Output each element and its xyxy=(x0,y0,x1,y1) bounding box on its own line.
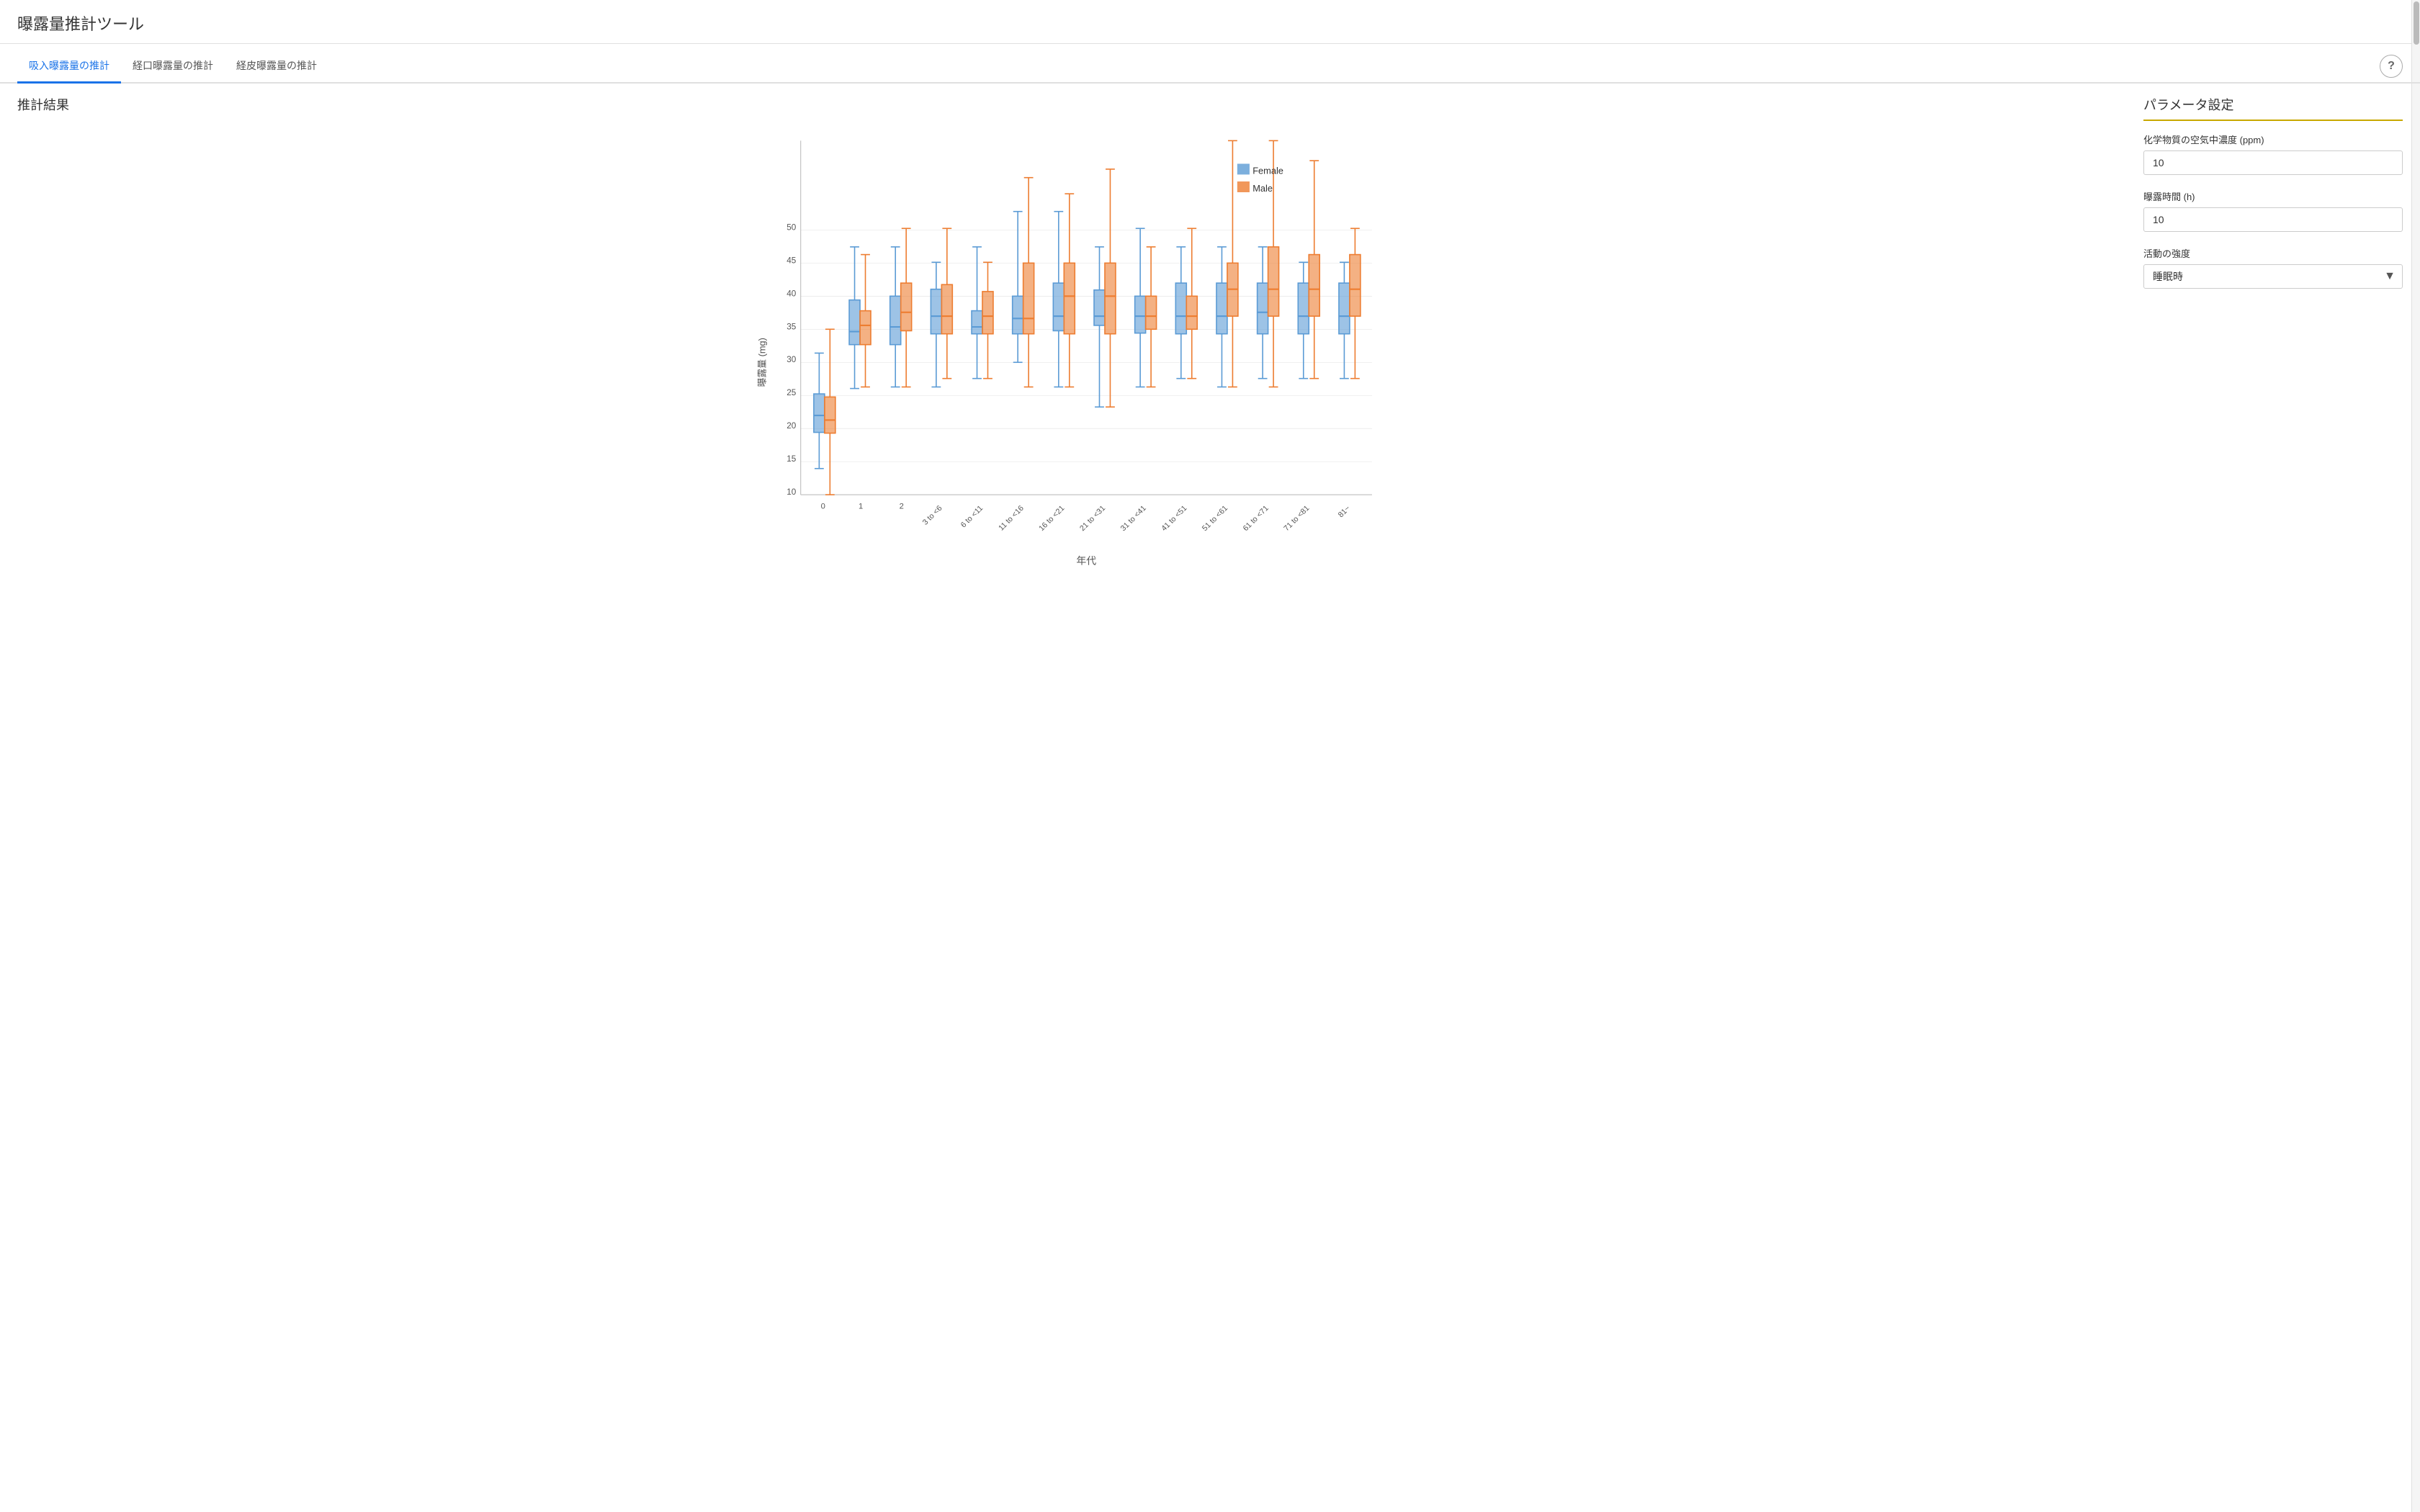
svg-text:6 to <11: 6 to <11 xyxy=(959,504,985,529)
sidebar: パラメータ設定 化学物質の空気中濃度 (ppm) 曝露時間 (h) 活動の強度 … xyxy=(2143,95,2403,572)
boxplot-female-13 xyxy=(1339,262,1350,378)
svg-text:20: 20 xyxy=(786,421,797,431)
svg-text:年代: 年代 xyxy=(1076,554,1096,566)
boxplot-male-8 xyxy=(1146,247,1157,387)
boxplot-male-0 xyxy=(825,329,835,495)
chart-container: 10 15 20 25 30 35 40 45 50 曝露量 (mg) xyxy=(17,125,2126,572)
svg-text:35: 35 xyxy=(786,322,797,331)
param-activity: 活動の強度 睡眠時 安静時 軽作業時 中作業時 重作業時 ▼ xyxy=(2143,246,2403,289)
svg-text:50: 50 xyxy=(786,222,797,232)
svg-text:31 to <41: 31 to <41 xyxy=(1119,504,1148,533)
svg-text:曝露量 (mg): 曝露量 (mg) xyxy=(757,338,768,387)
boxplot-male-9 xyxy=(1186,228,1197,378)
svg-text:10: 10 xyxy=(786,487,797,497)
svg-text:3 to <6: 3 to <6 xyxy=(921,504,944,527)
help-button[interactable]: ? xyxy=(2380,55,2403,78)
boxplot-female-1 xyxy=(849,247,860,389)
param-exposure-time: 曝露時間 (h) xyxy=(2143,189,2403,232)
sidebar-title: パラメータ設定 xyxy=(2143,95,2403,121)
boxplot-male-2 xyxy=(901,228,912,387)
exposure-time-input[interactable] xyxy=(2143,207,2403,232)
activity-select[interactable]: 睡眠時 安静時 軽作業時 中作業時 重作業時 xyxy=(2143,264,2403,289)
svg-text:45: 45 xyxy=(786,256,797,265)
concentration-input[interactable] xyxy=(2143,150,2403,175)
boxplot-male-12 xyxy=(1309,161,1319,379)
svg-text:Male: Male xyxy=(1252,183,1273,194)
svg-text:71 to <81: 71 to <81 xyxy=(1282,504,1311,533)
exposure-time-label: 曝露時間 (h) xyxy=(2143,189,2403,203)
svg-text:1: 1 xyxy=(859,502,863,510)
boxplot-male-5 xyxy=(1023,178,1034,387)
boxplot-male-7 xyxy=(1105,169,1116,407)
boxplot-female-7 xyxy=(1094,247,1105,407)
svg-text:11 to <16: 11 to <16 xyxy=(997,504,1026,533)
boxplot-female-10 xyxy=(1216,247,1227,387)
app-header: 曝露量推計ツール xyxy=(0,0,2420,44)
param-concentration: 化学物質の空気中濃度 (ppm) xyxy=(2143,132,2403,175)
activity-select-wrapper: 睡眠時 安静時 軽作業時 中作業時 重作業時 ▼ xyxy=(2143,264,2403,289)
tab-inhalation[interactable]: 吸入曝露量の推計 xyxy=(17,50,121,84)
activity-label: 活動の強度 xyxy=(2143,246,2403,260)
tabs-bar: 吸入曝露量の推計 経口曝露量の推計 経皮曝露量の推計 ? xyxy=(0,50,2420,84)
svg-text:25: 25 xyxy=(786,388,797,397)
svg-text:0: 0 xyxy=(821,502,825,510)
boxplot-female-5 xyxy=(1013,212,1023,363)
tab-dermal[interactable]: 経皮曝露量の推計 xyxy=(225,50,328,84)
boxplot-male-4 xyxy=(982,262,993,378)
app-title: 曝露量推計ツール xyxy=(17,12,2403,35)
boxplot-male-3 xyxy=(941,228,952,378)
boxplot-female-4 xyxy=(972,247,982,379)
svg-text:40: 40 xyxy=(786,289,797,298)
svg-text:41 to <51: 41 to <51 xyxy=(1160,504,1188,533)
boxplot-male-6 xyxy=(1064,194,1075,387)
boxplot-female-11 xyxy=(1258,247,1268,379)
boxplot-male-10 xyxy=(1227,140,1238,387)
concentration-label: 化学物質の空気中濃度 (ppm) xyxy=(2143,132,2403,146)
boxplot-female-9 xyxy=(1175,247,1186,379)
scrollbar[interactable] xyxy=(2411,0,2420,1512)
scrollbar-thumb[interactable] xyxy=(2414,1,2419,45)
svg-text:21 to <31: 21 to <31 xyxy=(1078,504,1107,533)
boxplot-female-0 xyxy=(814,353,825,468)
boxplot-male-11 xyxy=(1268,140,1279,387)
legend-female-box xyxy=(1237,163,1250,174)
boxplot-male-1 xyxy=(860,255,871,387)
svg-text:16 to <21: 16 to <21 xyxy=(1037,504,1066,533)
svg-text:30: 30 xyxy=(786,355,797,364)
boxplot-female-2 xyxy=(890,247,901,387)
boxplot-female-6 xyxy=(1053,212,1064,387)
chart-section-title: 推計結果 xyxy=(17,95,2126,114)
chart-svg: 10 15 20 25 30 35 40 45 50 曝露量 (mg) xyxy=(17,125,2126,572)
svg-text:Female: Female xyxy=(1252,165,1283,176)
legend-male-box xyxy=(1237,181,1250,192)
boxplot-male-13 xyxy=(1350,228,1361,378)
boxplot-female-8 xyxy=(1135,228,1146,387)
svg-text:81~: 81~ xyxy=(1337,504,1352,519)
tab-oral[interactable]: 経口曝露量の推計 xyxy=(121,50,225,84)
boxplot-female-3 xyxy=(931,262,941,387)
svg-text:51 to <61: 51 to <61 xyxy=(1201,504,1229,533)
svg-text:61 to <71: 61 to <71 xyxy=(1242,504,1270,533)
main-content: 推計結果 10 15 20 25 30 35 40 45 50 曝露量 (mg) xyxy=(0,84,2420,583)
svg-text:2: 2 xyxy=(900,502,904,510)
chart-section: 推計結果 10 15 20 25 30 35 40 45 50 曝露量 (mg) xyxy=(17,95,2126,572)
svg-text:15: 15 xyxy=(786,454,797,464)
boxplot-female-12 xyxy=(1298,262,1309,378)
